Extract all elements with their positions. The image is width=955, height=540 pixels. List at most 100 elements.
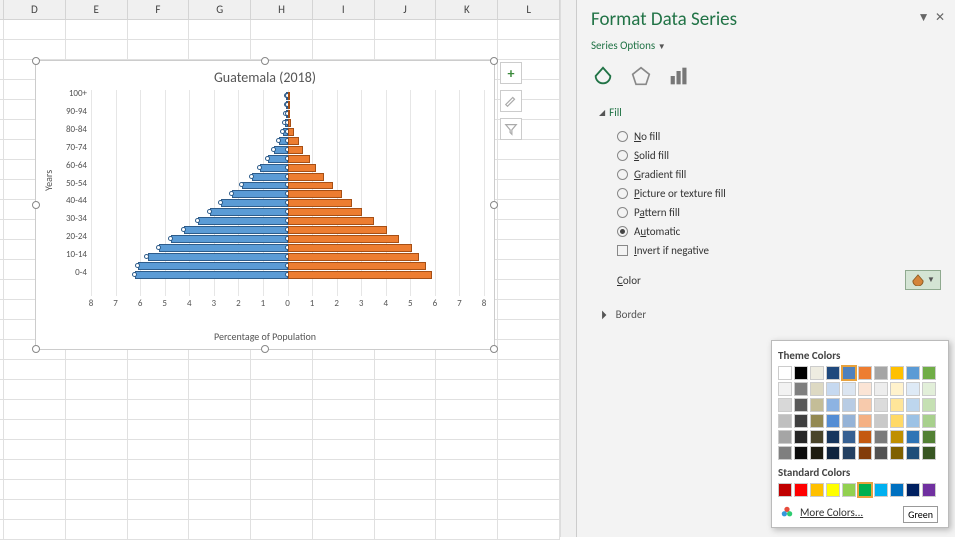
bar-row[interactable] xyxy=(91,271,484,279)
color-swatch[interactable] xyxy=(874,483,888,497)
color-swatch[interactable] xyxy=(858,414,872,428)
pane-close-icon[interactable]: ▼ ✕ xyxy=(918,10,945,25)
color-swatch[interactable] xyxy=(778,430,792,444)
color-swatch[interactable] xyxy=(922,366,936,380)
bar-right[interactable] xyxy=(288,262,427,270)
bar-right[interactable] xyxy=(288,164,317,172)
bar-right[interactable] xyxy=(288,217,374,225)
color-swatch[interactable] xyxy=(826,430,840,444)
bar-left[interactable] xyxy=(184,226,287,234)
color-swatch[interactable] xyxy=(778,398,792,412)
color-swatch[interactable] xyxy=(874,446,888,460)
bar-right[interactable] xyxy=(288,173,325,181)
color-swatch[interactable] xyxy=(778,483,792,497)
color-swatch[interactable] xyxy=(826,483,840,497)
resize-handle[interactable] xyxy=(490,57,498,65)
color-swatch[interactable] xyxy=(858,446,872,460)
fill-line-tab-icon[interactable] xyxy=(591,64,615,88)
color-swatch[interactable] xyxy=(842,430,856,444)
bar-left[interactable] xyxy=(198,217,288,225)
bar-row[interactable] xyxy=(91,244,484,252)
bar-row[interactable] xyxy=(91,110,484,118)
bar-row[interactable] xyxy=(91,137,484,145)
color-swatch[interactable] xyxy=(778,414,792,428)
color-swatch[interactable] xyxy=(794,446,808,460)
resize-handle[interactable] xyxy=(490,201,498,209)
color-swatch[interactable] xyxy=(810,382,824,396)
bar-row[interactable] xyxy=(91,182,484,190)
chart-object[interactable]: Guatemala (2018) Years 87654321012345678… xyxy=(35,60,495,350)
bar-right[interactable] xyxy=(288,137,299,145)
bar-row[interactable] xyxy=(91,262,484,270)
color-swatch[interactable] xyxy=(794,483,808,497)
no-fill-radio[interactable]: No fill xyxy=(599,127,941,146)
color-swatch[interactable] xyxy=(794,382,808,396)
color-swatch[interactable] xyxy=(826,414,840,428)
column-header[interactable]: F xyxy=(128,0,190,19)
column-header[interactable]: I xyxy=(313,0,375,19)
bar-right[interactable] xyxy=(288,244,412,252)
color-swatch[interactable] xyxy=(890,366,904,380)
bar-right[interactable] xyxy=(288,235,400,243)
color-swatch[interactable] xyxy=(826,398,840,412)
bar-right[interactable] xyxy=(288,92,290,100)
bar-right[interactable] xyxy=(288,110,290,118)
color-swatch[interactable] xyxy=(842,483,856,497)
bar-right[interactable] xyxy=(288,226,387,234)
color-swatch[interactable] xyxy=(890,382,904,396)
column-header[interactable]: E xyxy=(66,0,128,19)
column-header[interactable]: L xyxy=(498,0,560,19)
color-swatch[interactable] xyxy=(794,414,808,428)
bar-right[interactable] xyxy=(288,101,290,109)
bar-left[interactable] xyxy=(242,182,287,190)
bar-row[interactable] xyxy=(91,155,484,163)
resize-handle[interactable] xyxy=(32,345,40,353)
color-swatch[interactable] xyxy=(922,414,936,428)
color-swatch[interactable] xyxy=(874,382,888,396)
vertical-scrollbar[interactable] xyxy=(560,0,576,537)
color-swatch[interactable] xyxy=(922,446,936,460)
bar-right[interactable] xyxy=(288,199,352,207)
color-swatch[interactable] xyxy=(794,430,808,444)
color-swatch[interactable] xyxy=(842,366,856,380)
color-swatch[interactable] xyxy=(858,430,872,444)
color-swatch[interactable] xyxy=(922,382,936,396)
bar-left[interactable] xyxy=(260,164,287,172)
color-swatch[interactable] xyxy=(810,366,824,380)
series-options-dropdown[interactable]: Series Options ▼ xyxy=(591,39,941,52)
bar-row[interactable] xyxy=(91,235,484,243)
bar-row[interactable] xyxy=(91,128,484,136)
bar-left[interactable] xyxy=(221,199,287,207)
resize-handle[interactable] xyxy=(32,57,40,65)
color-swatch[interactable] xyxy=(810,430,824,444)
color-swatch[interactable] xyxy=(922,430,936,444)
bar-row[interactable] xyxy=(91,173,484,181)
color-swatch[interactable] xyxy=(906,483,920,497)
color-swatch[interactable] xyxy=(874,398,888,412)
bar-row[interactable] xyxy=(91,199,484,207)
bar-right[interactable] xyxy=(288,271,433,279)
pattern-fill-radio[interactable]: Pattern fill xyxy=(599,203,941,222)
resize-handle[interactable] xyxy=(490,345,498,353)
color-swatch[interactable] xyxy=(922,483,936,497)
color-swatch[interactable] xyxy=(826,446,840,460)
picture-fill-radio[interactable]: Picture or texture fill xyxy=(599,184,941,203)
effects-tab-icon[interactable] xyxy=(629,64,653,88)
color-swatch[interactable] xyxy=(810,483,824,497)
bar-row[interactable] xyxy=(91,217,484,225)
color-swatch[interactable] xyxy=(794,398,808,412)
color-swatch[interactable] xyxy=(842,398,856,412)
color-swatch[interactable] xyxy=(826,382,840,396)
column-header[interactable]: J xyxy=(375,0,437,19)
resize-handle[interactable] xyxy=(261,345,269,353)
chart-plus-button[interactable]: + xyxy=(500,62,522,84)
bar-left[interactable] xyxy=(252,173,288,181)
color-swatch[interactable] xyxy=(890,430,904,444)
bar-right[interactable] xyxy=(288,208,363,216)
bar-right[interactable] xyxy=(288,128,295,136)
bar-left[interactable] xyxy=(148,253,288,261)
bar-left[interactable] xyxy=(159,244,288,252)
color-dropdown-button[interactable]: ▼ xyxy=(905,270,941,290)
color-swatch[interactable] xyxy=(778,446,792,460)
color-swatch[interactable] xyxy=(858,483,872,497)
